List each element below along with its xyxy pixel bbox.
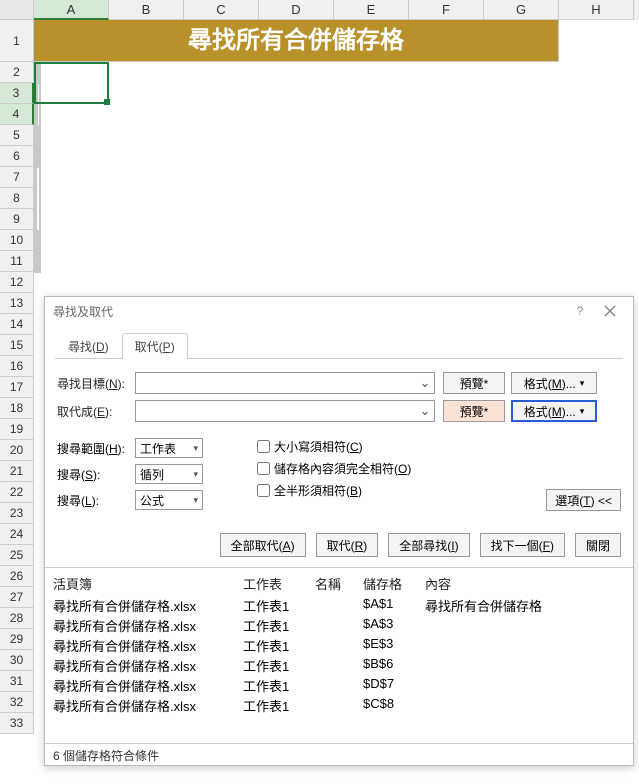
replace-all-button[interactable]: 全部取代(A) xyxy=(220,533,306,557)
row-head-4[interactable]: 4 xyxy=(0,104,34,125)
row-head-1[interactable]: 1 xyxy=(0,20,34,62)
replace-preview-button[interactable]: 預覽* xyxy=(443,400,505,422)
within-select[interactable]: 工作表▾ xyxy=(135,438,203,458)
find-what-input[interactable]: ⌄ xyxy=(135,372,435,394)
find-all-button[interactable]: 全部尋找(I) xyxy=(388,533,469,557)
help-icon[interactable]: ? xyxy=(565,299,595,323)
row-head-22[interactable]: 22 xyxy=(0,482,34,503)
row-head-11[interactable]: 11 xyxy=(0,251,34,272)
row-head-31[interactable]: 31 xyxy=(0,671,34,692)
row-head-26[interactable]: 26 xyxy=(0,566,34,587)
close-button[interactable]: 關閉 xyxy=(575,533,621,557)
row-head-33[interactable]: 33 xyxy=(0,713,34,734)
dialog-title: 尋找及取代 xyxy=(53,303,113,320)
find-preview-button[interactable]: 預覽* xyxy=(443,372,505,394)
result-row[interactable]: 尋找所有合併儲存格.xlsx工作表1$D$7 xyxy=(47,675,631,695)
row-head-21[interactable]: 21 xyxy=(0,461,34,482)
col-head-F[interactable]: F xyxy=(409,0,484,20)
row-head-20[interactable]: 20 xyxy=(0,440,34,461)
tab-replace[interactable]: 取代(P) xyxy=(122,333,188,359)
row-head-29[interactable]: 29 xyxy=(0,629,34,650)
replace-format-button[interactable]: 格式(M)...▾ xyxy=(511,400,597,422)
tab-find[interactable]: 尋找(D) xyxy=(55,333,122,359)
row-head-7[interactable]: 7 xyxy=(0,167,34,188)
replace-with-label: 取代成(E): xyxy=(57,403,135,420)
find-format-button[interactable]: 格式(M)...▾ xyxy=(511,372,597,394)
within-label: 搜尋範圍(H): xyxy=(57,440,135,457)
results-header-content[interactable]: 內容 xyxy=(425,574,625,593)
find-what-label: 尋找目標(N): xyxy=(57,375,135,392)
result-row[interactable]: 尋找所有合併儲存格.xlsx工作表1$A$1尋找所有合併儲存格 xyxy=(47,595,631,615)
col-head-G[interactable]: G xyxy=(484,0,559,20)
dialog-status-bar: 6 個儲存格符合條件 xyxy=(45,743,633,765)
row-head-14[interactable]: 14 xyxy=(0,314,34,335)
row-head-3[interactable]: 3 xyxy=(0,83,34,104)
match-width-checkbox[interactable] xyxy=(257,484,270,497)
row-head-24[interactable]: 24 xyxy=(0,524,34,545)
row-head-23[interactable]: 23 xyxy=(0,503,34,524)
results-header-worksheet[interactable]: 工作表 xyxy=(243,574,315,593)
row-head-30[interactable]: 30 xyxy=(0,650,34,671)
look-in-label: 搜尋(L): xyxy=(57,492,135,509)
search-label: 搜尋(S): xyxy=(57,466,135,483)
results-header-name[interactable]: 名稱 xyxy=(315,574,363,593)
replace-button[interactable]: 取代(R) xyxy=(316,533,379,557)
look-in-select[interactable]: 公式▾ xyxy=(135,490,203,510)
row-head-9[interactable]: 9 xyxy=(0,209,34,230)
row-header-col: 1 2 3 4 5 6 7 8 9 10 11 12 13 14 15 16 1… xyxy=(0,20,34,734)
search-direction-select[interactable]: 循列▾ xyxy=(135,464,203,484)
result-row[interactable]: 尋找所有合併儲存格.xlsx工作表1$E$3 xyxy=(47,635,631,655)
column-header-row: A B C D E F G H xyxy=(0,0,639,20)
dialog-tabs: 尋找(D) 取代(P) xyxy=(55,333,623,359)
row-head-27[interactable]: 27 xyxy=(0,587,34,608)
row-head-19[interactable]: 19 xyxy=(0,419,34,440)
options-toggle-button[interactable]: 選項(T) << xyxy=(546,489,621,511)
find-next-button[interactable]: 找下一個(F) xyxy=(480,533,565,557)
col-head-H[interactable]: H xyxy=(559,0,634,20)
banner-merged-cell[interactable]: 尋找所有合併儲存格 xyxy=(34,20,559,62)
row-head-2[interactable]: 2 xyxy=(0,62,34,83)
col-head-B[interactable]: B xyxy=(109,0,184,20)
col-head-D[interactable]: D xyxy=(259,0,334,20)
close-icon[interactable] xyxy=(595,299,625,323)
row-head-8[interactable]: 8 xyxy=(0,188,34,209)
match-case-checkbox[interactable] xyxy=(257,440,270,453)
row-head-15[interactable]: 15 xyxy=(0,335,34,356)
match-case-label: 大小寫須相符(C) xyxy=(274,438,363,455)
replace-with-input[interactable]: ⌄ xyxy=(135,400,435,422)
row-head-13[interactable]: 13 xyxy=(0,293,34,314)
row-head-5[interactable]: 5 xyxy=(0,125,34,146)
row-head-17[interactable]: 17 xyxy=(0,377,34,398)
select-all-corner[interactable] xyxy=(0,0,34,20)
row-head-16[interactable]: 16 xyxy=(0,356,34,377)
results-header-cell[interactable]: 儲存格 xyxy=(363,574,425,593)
result-row[interactable]: 尋找所有合併儲存格.xlsx工作表1$B$6 xyxy=(47,655,631,675)
row-head-28[interactable]: 28 xyxy=(0,608,34,629)
row-head-18[interactable]: 18 xyxy=(0,398,34,419)
row-head-6[interactable]: 6 xyxy=(0,146,34,167)
row-head-10[interactable]: 10 xyxy=(0,230,34,251)
cells-table[interactable] xyxy=(34,62,41,273)
col-head-E[interactable]: E xyxy=(334,0,409,20)
results-list: 活頁簿 工作表 名稱 儲存格 內容 尋找所有合併儲存格.xlsx工作表1$A$1… xyxy=(45,568,633,717)
result-row[interactable]: 尋找所有合併儲存格.xlsx工作表1$A$3 xyxy=(47,615,631,635)
result-row[interactable]: 尋找所有合併儲存格.xlsx工作表1$C$8 xyxy=(47,695,631,715)
row-head-25[interactable]: 25 xyxy=(0,545,34,566)
find-replace-dialog: 尋找及取代 ? 尋找(D) 取代(P) 尋找目標(N): ⌄ 預覽* 格式(M)… xyxy=(44,296,634,766)
active-cell-selection xyxy=(34,62,109,104)
col-head-C[interactable]: C xyxy=(184,0,259,20)
row-head-12[interactable]: 12 xyxy=(0,272,34,293)
col-head-A[interactable]: A xyxy=(34,0,109,20)
results-header-workbook[interactable]: 活頁簿 xyxy=(53,574,243,593)
match-entire-checkbox[interactable] xyxy=(257,462,270,475)
row-head-32[interactable]: 32 xyxy=(0,692,34,713)
match-entire-label: 儲存格內容須完全相符(O) xyxy=(274,460,411,477)
match-width-label: 全半形須相符(B) xyxy=(274,482,362,499)
